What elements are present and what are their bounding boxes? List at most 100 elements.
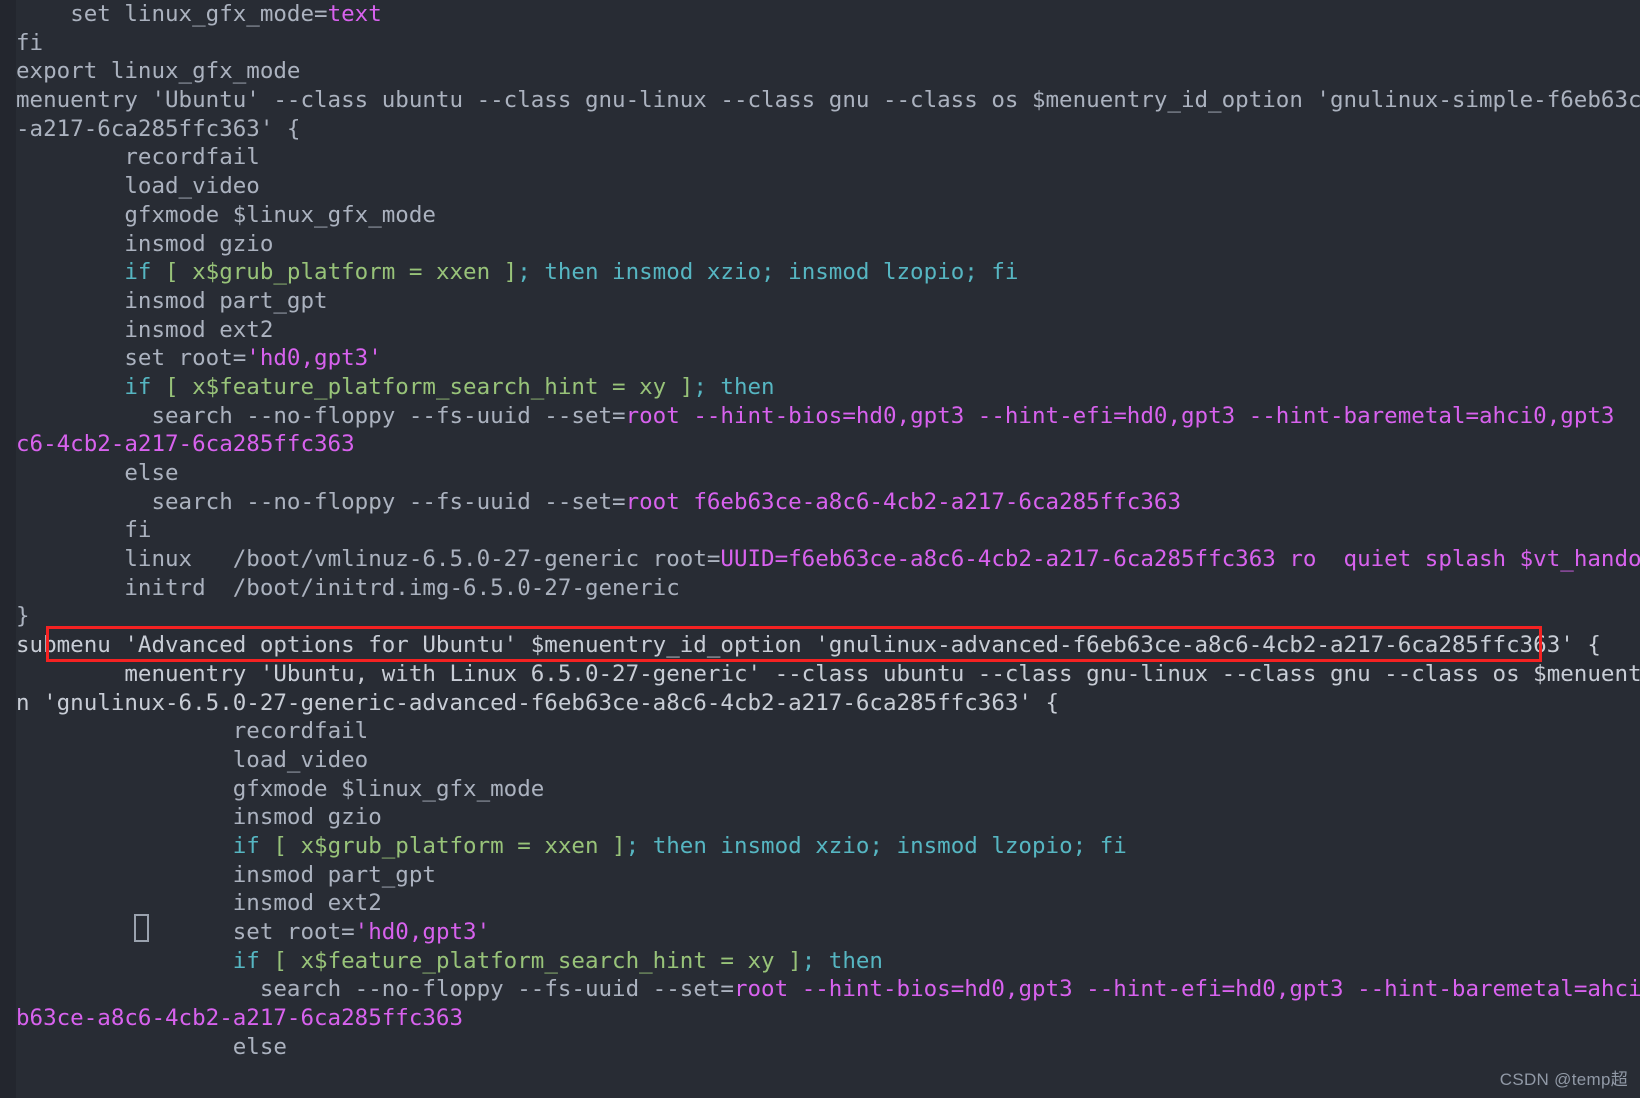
code-token: } <box>16 603 30 630</box>
code-line[interactable]: submenu 'Advanced options for Ubuntu' $m… <box>16 631 1640 660</box>
code-line[interactable]: linux /boot/vmlinuz-6.5.0-27-generic roo… <box>16 545 1640 574</box>
csdn-watermark: CSDN @temp超 <box>1499 1070 1628 1089</box>
code-token: then <box>720 373 775 400</box>
code-line[interactable]: b63ce-a8c6-4cb2-a217-6ca285ffc363 <box>16 1004 1640 1033</box>
code-token: submenu 'Advanced options for Ubuntu' $m… <box>16 632 1601 659</box>
code-token: fi <box>16 29 44 56</box>
code-token: load_video <box>232 746 369 773</box>
code-token: gfxmode $linux_gfx_mode <box>124 201 436 228</box>
code-token: fi <box>124 517 152 544</box>
code-line[interactable]: n 'gnulinux-6.5.0-27-generic-advanced-f6… <box>16 689 1640 718</box>
code-line[interactable]: else <box>16 459 1640 488</box>
code-line[interactable]: insmod gzio <box>16 230 1640 259</box>
code-token: else <box>232 1033 287 1060</box>
code-token: initrd /boot/initrd.img-6.5.0-27-generic <box>124 574 680 601</box>
code-line[interactable]: gfxmode $linux_gfx_mode <box>16 775 1640 804</box>
code-token: recordfail <box>232 718 369 745</box>
code-line[interactable]: insmod ext2 <box>16 316 1640 345</box>
code-token: [ <box>165 373 193 400</box>
code-token: ] <box>788 947 802 974</box>
code-token: menuentry 'Ubuntu' --class ubuntu --clas… <box>16 87 1640 114</box>
code-line[interactable]: menuentry 'Ubuntu, with Linux 6.5.0-27-g… <box>16 660 1640 689</box>
code-token: ; <box>625 832 653 859</box>
code-line[interactable]: c6-4cb2-a217-6ca285ffc363 <box>16 430 1640 459</box>
code-token: x$grub_platform = xxen <box>192 259 504 286</box>
code-line[interactable]: if [ x$grub_platform = xxen ]; then insm… <box>16 832 1640 861</box>
code-token: search --no-floppy --fs-uuid --set= <box>151 402 626 429</box>
code-token: insmod gzio <box>232 804 382 831</box>
code-token: insmod ext2 <box>232 890 382 917</box>
code-token: ] <box>503 259 518 286</box>
code-token: insmod gzio <box>124 230 274 257</box>
code-token: if <box>124 259 166 286</box>
code-line[interactable]: set root='hd0,gpt3' <box>16 918 1640 947</box>
code-token: text <box>327 1 382 27</box>
code-token: UUID=f6eb63ce-a8c6-4cb2-a217-6ca285ffc36… <box>720 546 1640 573</box>
code-token: set linux_gfx_mode= <box>70 1 328 27</box>
code-token: ; <box>801 947 829 974</box>
code-token: root f6eb63ce-a8c6-4cb2-a217-6ca285ffc36… <box>625 488 1181 515</box>
code-token: [ <box>165 259 193 286</box>
code-token: c6-4cb2-a217-6ca285ffc363 <box>16 431 355 458</box>
code-line[interactable]: set linux_gfx_mode=text <box>16 0 1640 29</box>
code-token: b63ce-a8c6-4cb2-a217-6ca285ffc363 <box>16 1005 464 1032</box>
code-token: insmod part_gpt <box>124 287 328 314</box>
code-token: if <box>232 832 274 859</box>
code-line[interactable]: search --no-floppy --fs-uuid --set=root … <box>16 402 1640 431</box>
code-line[interactable]: fi <box>16 516 1640 545</box>
code-line[interactable]: insmod part_gpt <box>16 287 1640 316</box>
code-token: n 'gnulinux-6.5.0-27-generic-advanced-f6… <box>16 689 1060 716</box>
code-token: ] <box>679 373 694 400</box>
code-token: search --no-floppy --fs-uuid --set= <box>259 976 734 1003</box>
code-token: set root= <box>232 919 355 945</box>
code-line[interactable]: gfxmode $linux_gfx_mode <box>16 201 1640 230</box>
code-token: ; <box>517 259 545 286</box>
code-token: ; <box>693 373 721 400</box>
missing-glyph-box-icon <box>134 914 149 942</box>
code-token: -a217-6ca285ffc363' { <box>16 115 301 142</box>
code-line[interactable]: if [ x$feature_platform_search_hint = xy… <box>16 373 1640 402</box>
code-token: [ <box>273 947 301 974</box>
code-token: gfxmode $linux_gfx_mode <box>232 775 545 802</box>
code-line[interactable]: search --no-floppy --fs-uuid --set=root … <box>16 975 1640 1004</box>
code-line[interactable]: menuentry 'Ubuntu' --class ubuntu --clas… <box>16 86 1640 115</box>
code-line[interactable]: recordfail <box>16 717 1640 746</box>
code-line[interactable]: insmod ext2 <box>16 889 1640 918</box>
code-token: linux /boot/vmlinuz-6.5.0-27-generic roo… <box>124 546 721 573</box>
code-token: root --hint-bios=hd0,gpt3 --hint-efi=hd0… <box>625 402 1640 429</box>
code-token: [ <box>273 832 301 859</box>
code-line[interactable]: export linux_gfx_mode <box>16 57 1640 86</box>
code-token: then <box>828 947 883 974</box>
code-line[interactable]: if [ x$feature_platform_search_hint = xy… <box>16 947 1640 976</box>
code-token: load_video <box>124 173 260 200</box>
code-token: 'hd0,gpt3' <box>354 919 491 945</box>
code-line[interactable]: else <box>16 1033 1640 1062</box>
code-token: else <box>124 460 179 486</box>
code-token: recordfail <box>124 144 260 171</box>
code-token: x$feature_platform_search_hint = xy <box>300 947 789 974</box>
code-token: then insmod xzio; insmod lzopio; fi <box>652 832 1127 859</box>
code-line[interactable]: initrd /boot/initrd.img-6.5.0-27-generic <box>16 574 1640 603</box>
code-token: search --no-floppy --fs-uuid --set= <box>151 488 626 515</box>
code-line[interactable]: search --no-floppy --fs-uuid --set=root … <box>16 488 1640 517</box>
code-line[interactable]: load_video <box>16 172 1640 201</box>
code-token: x$grub_platform = xxen <box>300 832 613 859</box>
code-editor-screenshot: set linux_gfx_mode=text fi export linux_gf… <box>0 0 1640 1098</box>
code-token: menuentry 'Ubuntu, with Linux 6.5.0-27-g… <box>124 660 1640 687</box>
code-line[interactable]: } <box>16 602 1640 631</box>
code-line[interactable]: insmod part_gpt <box>16 861 1640 890</box>
code-token: if <box>232 947 274 974</box>
code-line[interactable]: insmod gzio <box>16 803 1640 832</box>
code-line[interactable]: fi <box>16 29 1640 58</box>
code-line[interactable]: recordfail <box>16 143 1640 172</box>
code-line[interactable]: -a217-6ca285ffc363' { <box>16 115 1640 144</box>
code-token: if <box>124 373 166 400</box>
code-text-area[interactable]: set linux_gfx_mode=text fi export linux_gf… <box>16 0 1640 1098</box>
code-token: x$feature_platform_search_hint = xy <box>192 373 680 400</box>
code-token: insmod ext2 <box>124 316 274 343</box>
code-token: set root= <box>124 345 247 372</box>
code-token: 'hd0,gpt3' <box>246 345 382 372</box>
code-line[interactable]: if [ x$grub_platform = xxen ]; then insm… <box>16 258 1640 287</box>
code-line[interactable]: load_video <box>16 746 1640 775</box>
code-line[interactable]: set root='hd0,gpt3' <box>16 344 1640 373</box>
